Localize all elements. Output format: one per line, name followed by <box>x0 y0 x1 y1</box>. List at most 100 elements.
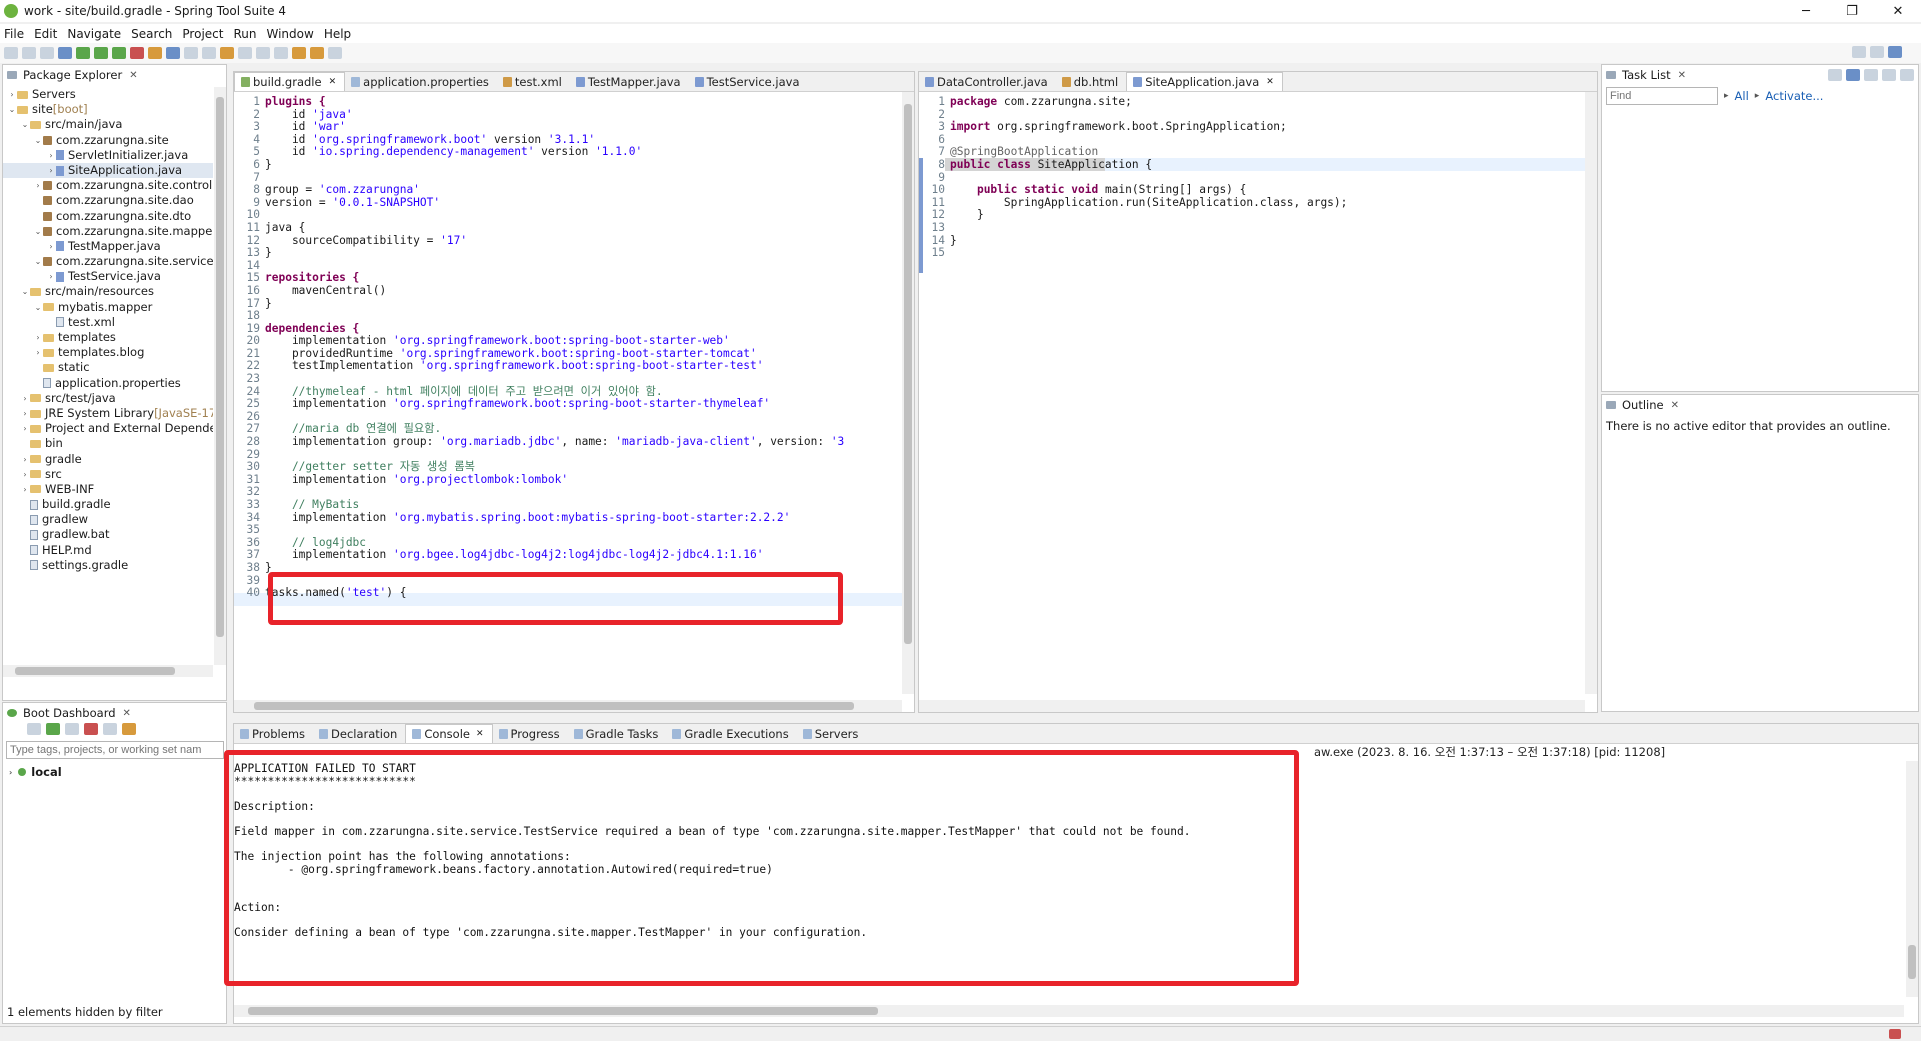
expand-arrow-icon[interactable]: › <box>20 406 30 421</box>
forward-icon[interactable] <box>310 47 324 59</box>
open-perspective-icon[interactable] <box>1870 46 1884 58</box>
close-button[interactable]: ✕ <box>1875 0 1921 22</box>
pin-editor-icon[interactable] <box>328 47 342 59</box>
package-explorer-tab[interactable]: Package Explorer ✕ <box>3 65 226 85</box>
tree-item[interactable]: › templates <box>3 330 213 345</box>
spring-perspective-icon[interactable] <box>1888 46 1902 58</box>
editor-tab[interactable]: TestService.java <box>689 72 808 91</box>
tree-item[interactable]: static <box>3 360 213 375</box>
tree-item[interactable]: com.zzarungna.site.dao <box>3 193 213 208</box>
new-icon[interactable] <box>4 47 18 59</box>
run-icon[interactable] <box>94 47 108 59</box>
view-tab[interactable]: Progress <box>493 724 568 743</box>
tree-item[interactable]: › TestService.java <box>3 269 213 284</box>
tree-item[interactable]: › Project and External Depende <box>3 421 213 436</box>
view-tab[interactable]: Gradle Tasks <box>568 724 667 743</box>
tree-item[interactable]: › src/test/java <box>3 391 213 406</box>
search-toolbar-icon[interactable] <box>238 47 252 59</box>
collapse-arrow-icon[interactable]: ⌄ <box>33 224 43 239</box>
maximize-button[interactable]: ❐ <box>1829 0 1875 22</box>
expand-arrow-icon[interactable]: › <box>9 768 12 777</box>
tree-item[interactable]: ⌄ com.zzarungna.site <box>3 133 213 148</box>
expand-arrow-icon[interactable]: › <box>20 482 30 497</box>
expand-arrow-icon[interactable]: › <box>33 178 43 193</box>
tree-item[interactable]: › WEB-INF <box>3 482 213 497</box>
boot-run-icon[interactable] <box>76 47 90 59</box>
boot-filter-input[interactable] <box>6 741 224 759</box>
find-dropdown-icon[interactable]: ▸ <box>1724 91 1729 101</box>
open-browser-icon[interactable] <box>103 723 117 735</box>
prev-annotation-icon[interactable] <box>274 47 288 59</box>
view-tab[interactable]: Gradle Executions <box>666 724 796 743</box>
new-task-icon[interactable] <box>1828 69 1842 81</box>
collapse-arrow-icon[interactable]: ⌄ <box>33 133 43 148</box>
task-list-tab[interactable]: Task List ✕ <box>1602 65 1918 85</box>
editor-tab[interactable]: build.gradle ✕ <box>234 72 346 91</box>
terminal-icon[interactable] <box>58 47 72 59</box>
save-icon[interactable] <box>22 47 36 59</box>
expand-arrow-icon[interactable]: › <box>20 467 30 482</box>
close-view-icon[interactable]: ✕ <box>1671 400 1679 411</box>
menu-project[interactable]: Project <box>182 27 223 41</box>
error-log-icon[interactable] <box>1889 1029 1901 1039</box>
collapse-arrow-icon[interactable]: ⌄ <box>20 117 30 132</box>
new-class-icon[interactable] <box>202 47 216 59</box>
new-package-icon[interactable] <box>184 47 198 59</box>
outline-tab[interactable]: Outline ✕ <box>1602 395 1918 415</box>
start-icon[interactable] <box>46 723 60 735</box>
minimize-button[interactable]: ─ <box>1783 0 1829 22</box>
menu-navigate[interactable]: Navigate <box>67 27 121 41</box>
save-all-icon[interactable] <box>40 47 54 59</box>
tree-item[interactable]: application.properties <box>3 376 213 391</box>
expand-arrow-icon[interactable]: › <box>20 421 30 436</box>
tree-item[interactable]: ⌄ mybatis.mapper <box>3 300 213 315</box>
expand-arrow-icon[interactable]: › <box>33 330 43 345</box>
console-icon[interactable] <box>122 723 136 735</box>
back-icon[interactable] <box>292 47 306 59</box>
collapse-arrow-icon[interactable]: ⌄ <box>33 254 43 269</box>
tree-item[interactable]: › TestMapper.java <box>3 239 213 254</box>
collapse-all-icon[interactable] <box>1882 69 1896 81</box>
tree-item[interactable]: ⌄ com.zzarungna.site.service <box>3 254 213 269</box>
menu-edit[interactable]: Edit <box>34 27 57 41</box>
stop-icon[interactable] <box>130 47 144 59</box>
close-view-icon[interactable]: ✕ <box>1678 70 1686 81</box>
editor-left-hscroll[interactable] <box>234 700 902 712</box>
tree-item[interactable]: com.zzarungna.site.dto <box>3 209 213 224</box>
tree-item[interactable]: › templates.blog <box>3 345 213 360</box>
view-tab[interactable]: Servers <box>797 724 867 743</box>
collapse-arrow-icon[interactable]: ⌄ <box>7 102 17 117</box>
expand-arrow-icon[interactable]: › <box>46 269 56 284</box>
close-tab-icon[interactable]: ✕ <box>1266 77 1274 87</box>
tree-item[interactable]: test.xml <box>3 315 213 330</box>
tree-item[interactable]: › com.zzarungna.site.controll <box>3 178 213 193</box>
tree-item[interactable]: › Servers <box>3 87 213 102</box>
tree-item[interactable]: ⌄ site [boot] <box>3 102 213 117</box>
tree-item[interactable]: › ServletInitializer.java <box>3 148 213 163</box>
menu-window[interactable]: Window <box>266 27 313 41</box>
menu-run[interactable]: Run <box>233 27 256 41</box>
expand-arrow-icon[interactable]: › <box>46 239 56 254</box>
tree-item[interactable]: ⌄ src/main/java <box>3 117 213 132</box>
code-area-right[interactable]: 1 package com.zzarungna.site; 2 3 import org… <box>919 92 1585 694</box>
expand-arrow-icon[interactable]: › <box>20 391 30 406</box>
close-view-icon[interactable]: ✕ <box>129 70 137 81</box>
new-java-project-icon[interactable] <box>166 47 180 59</box>
activate-dropdown-icon[interactable]: ▸ <box>1755 91 1760 101</box>
console-vscroll[interactable] <box>1906 761 1918 997</box>
debug-boot-icon[interactable] <box>65 723 79 735</box>
tree-item[interactable]: › SiteApplication.java <box>3 162 213 179</box>
expand-arrow-icon[interactable]: › <box>46 148 56 163</box>
tree-item[interactable]: › JRE System Library [JavaSE-17 <box>3 406 213 421</box>
package-explorer-vscroll[interactable] <box>214 87 226 665</box>
local-target[interactable]: › local <box>3 765 226 779</box>
close-view-icon[interactable]: ✕ <box>123 708 131 719</box>
tree-item[interactable]: gradlew.bat <box>3 527 213 542</box>
categorized-icon[interactable] <box>1846 69 1860 81</box>
tree-item[interactable]: ⌄ com.zzarungna.site.mapper <box>3 224 213 239</box>
console-hscroll[interactable] <box>234 1005 1904 1017</box>
boot-dashboard-tab[interactable]: Boot Dashboard ✕ <box>3 703 226 723</box>
collapse-arrow-icon[interactable]: ⌄ <box>33 300 43 315</box>
tree-item[interactable]: HELP.md <box>3 543 213 558</box>
tree-item[interactable]: › src <box>3 467 213 482</box>
